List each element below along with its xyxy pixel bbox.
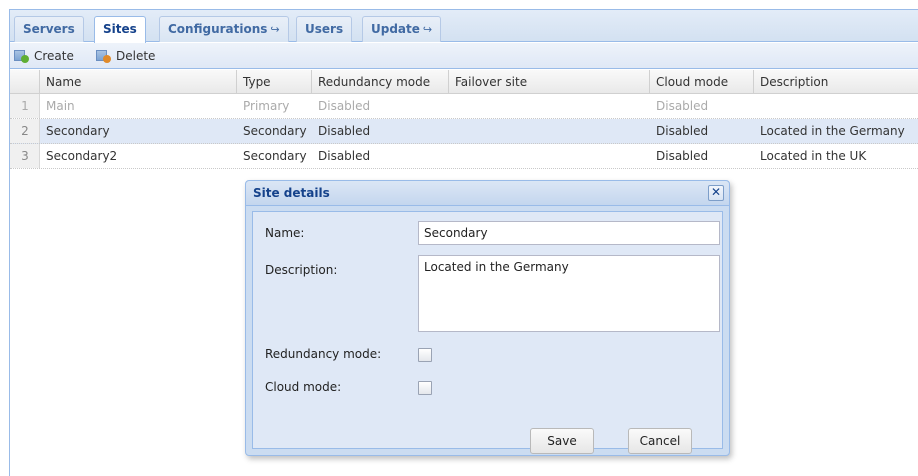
redundancy-mode-checkbox[interactable] <box>418 348 432 362</box>
tab-users[interactable]: Users <box>296 16 353 42</box>
cell-cloud-mode: Disabled <box>656 149 709 163</box>
cell-name: Main <box>46 99 75 113</box>
tab-label: Update <box>371 22 420 36</box>
cell-redundancy-mode: Disabled <box>318 149 371 163</box>
tab-update[interactable]: Update ↪ <box>362 16 442 42</box>
tab-configurations[interactable]: Configurations ↪ <box>159 16 289 42</box>
cell-failover-site <box>449 144 650 168</box>
sites-grid: Name Type Redundancy mode Failover site … <box>10 70 918 169</box>
cell-cloud-mode: Disabled <box>656 124 709 138</box>
table-row[interactable]: 3 Secondary2 Secondary Disabled Disabled… <box>10 144 918 169</box>
cell-failover-site <box>449 94 650 118</box>
tab-label: Sites <box>103 22 137 36</box>
tab-bar: Servers Sites Configurations ↪ Users Upda… <box>10 10 918 43</box>
cell-type: Secondary <box>243 149 307 163</box>
cell-type: Primary <box>243 99 290 113</box>
cell-name: Secondary <box>46 124 110 138</box>
column-header-type[interactable]: Type <box>237 70 312 94</box>
delete-button[interactable]: Delete <box>96 47 155 65</box>
cell-redundancy-mode: Disabled <box>318 99 371 113</box>
create-button[interactable]: Create <box>14 47 74 65</box>
table-row[interactable]: 2 Secondary Secondary Disabled Disabled … <box>10 119 918 144</box>
tab-label: Users <box>305 22 344 36</box>
cell-cloud-mode: Disabled <box>656 99 709 113</box>
grid-header: Name Type Redundancy mode Failover site … <box>10 70 918 94</box>
column-header-failover-site[interactable]: Failover site <box>449 70 650 94</box>
row-number: 1 <box>21 99 29 113</box>
delete-label: Delete <box>116 49 156 63</box>
column-header-cloud-mode[interactable]: Cloud mode <box>650 70 754 94</box>
name-field[interactable] <box>418 221 720 245</box>
row-number-header <box>10 70 40 94</box>
tab-sites[interactable]: Sites <box>94 16 146 43</box>
cancel-button[interactable]: Cancel <box>628 428 692 454</box>
description-field[interactable]: Located in the Germany <box>418 255 720 332</box>
cloud-mode-label: Cloud mode: <box>265 380 342 394</box>
cell-description: Located in the Germany <box>760 124 905 138</box>
close-icon[interactable]: ✕ <box>708 185 724 201</box>
site-details-dialog: Site details ✕ Name: Description: Locate… <box>245 180 730 456</box>
row-number: 2 <box>21 124 29 138</box>
row-number: 3 <box>21 149 29 163</box>
dialog-title[interactable]: Site details <box>246 181 729 206</box>
cell-failover-site <box>449 119 650 143</box>
dialog-body: Name: Description: Located in the German… <box>252 211 723 454</box>
cell-type: Secondary <box>243 124 307 138</box>
column-header-description[interactable]: Description <box>754 70 918 94</box>
column-header-redundancy-mode[interactable]: Redundancy mode <box>312 70 449 94</box>
cloud-mode-checkbox[interactable] <box>418 381 432 395</box>
tab-servers[interactable]: Servers <box>14 16 84 42</box>
external-arrow-icon: ↪ <box>422 23 433 36</box>
create-label: Create <box>34 49 74 63</box>
redundancy-mode-label: Redundancy mode: <box>265 347 382 361</box>
cell-description: Located in the UK <box>760 149 867 163</box>
save-button[interactable]: Save <box>530 428 594 454</box>
column-header-name[interactable]: Name <box>40 70 237 94</box>
tab-label: Servers <box>23 22 75 36</box>
cell-name: Secondary2 <box>46 149 118 163</box>
cell-description <box>754 94 918 118</box>
tab-label: Configurations <box>168 22 268 36</box>
table-row[interactable]: 1 Main Primary Disabled Disabled <box>10 94 918 119</box>
name-label: Name: <box>265 226 305 240</box>
toolbar: Create Delete <box>10 43 918 69</box>
delete-icon <box>96 49 112 63</box>
description-label: Description: <box>265 263 338 277</box>
external-arrow-icon: ↪ <box>270 23 280 36</box>
create-icon <box>14 49 30 63</box>
cell-redundancy-mode: Disabled <box>318 124 371 138</box>
